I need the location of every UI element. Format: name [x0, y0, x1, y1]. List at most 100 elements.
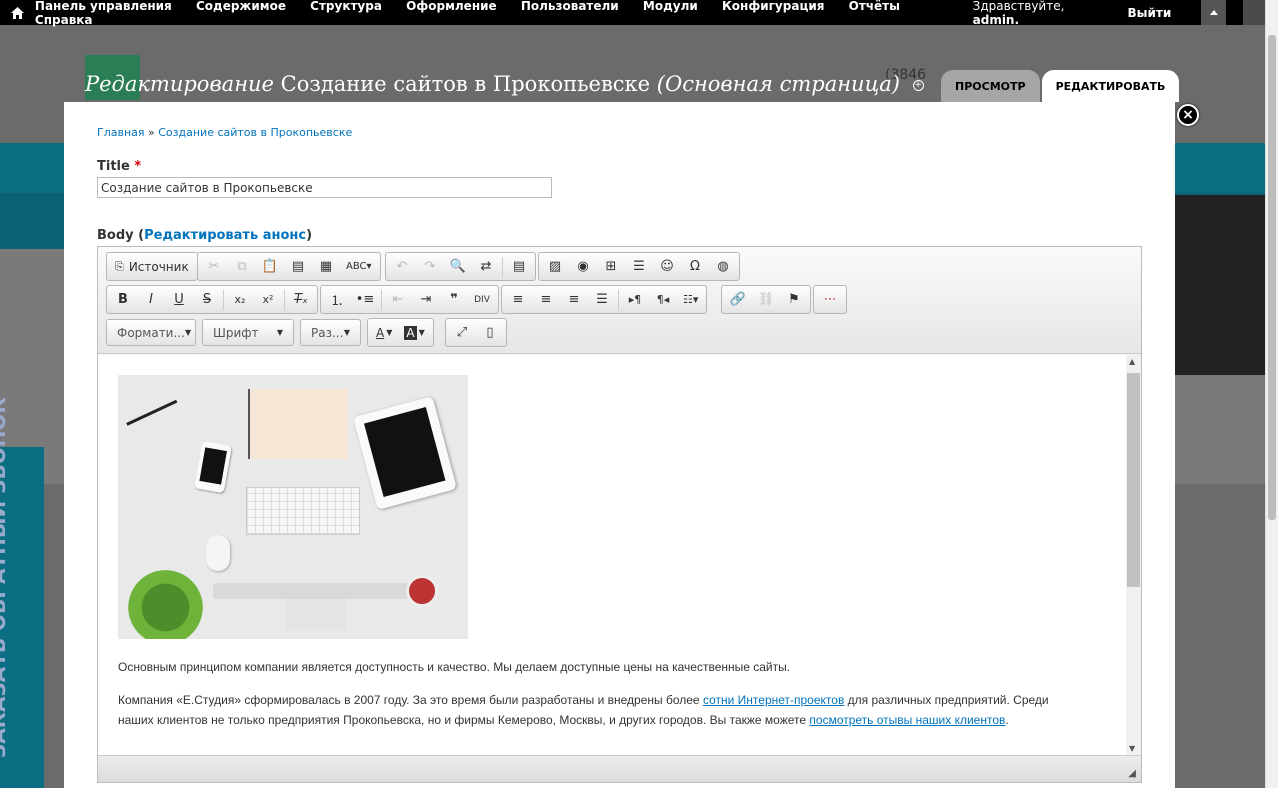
- admin-menu-dashboard[interactable]: Панель управления: [35, 0, 172, 13]
- spellcheck-icon[interactable]: ABC▾: [340, 254, 378, 279]
- toolbar-group-edit: ↶ ↷ 🔍 ⇄ ▤: [385, 252, 536, 281]
- link-icon[interactable]: 🔗: [724, 287, 752, 312]
- align-right-icon[interactable]: ≡: [560, 287, 588, 312]
- tab-view[interactable]: Просмотр: [941, 70, 1040, 102]
- cut-icon[interactable]: ✂: [200, 254, 228, 279]
- breadcrumb-home[interactable]: Главная: [97, 126, 145, 139]
- numbered-list-icon[interactable]: ⒈: [323, 287, 351, 312]
- page-scrollbar-thumb[interactable]: [1268, 35, 1276, 520]
- redo-icon[interactable]: ↷: [416, 254, 444, 279]
- horizontal-rule-icon[interactable]: ☰: [625, 254, 653, 279]
- div-container-icon[interactable]: DIV: [468, 287, 496, 312]
- select-all-icon[interactable]: ▤: [505, 254, 533, 279]
- ltr-icon[interactable]: ▸¶: [621, 287, 649, 312]
- shortcuts-toggle-icon[interactable]: [1201, 0, 1226, 25]
- format-combo[interactable]: Формати... ▼: [106, 319, 196, 346]
- breadcrumb: Главная » Создание сайтов в Прокопьевске: [97, 126, 353, 139]
- font-combo[interactable]: Шрифт ▼: [202, 319, 294, 346]
- bold-icon[interactable]: B: [109, 287, 137, 312]
- italic-icon[interactable]: I: [137, 287, 165, 312]
- editor-scrollbar-thumb[interactable]: [1127, 373, 1140, 587]
- callback-tab[interactable]: ЗАКАЗАТЬ ОБРАТНЫЙ ЗВОНОК: [0, 397, 44, 788]
- maximize-icon[interactable]: ⤢: [448, 320, 476, 345]
- subscript-icon[interactable]: x₂: [226, 287, 254, 312]
- scroll-up-icon[interactable]: ▲: [1129, 357, 1135, 366]
- align-center-icon[interactable]: ≡: [532, 287, 560, 312]
- paste-word-icon[interactable]: ▦: [312, 254, 340, 279]
- image-icon[interactable]: ▨: [541, 254, 569, 279]
- source-button[interactable]: ⎘ Источник: [109, 254, 195, 279]
- home-icon[interactable]: [0, 0, 35, 25]
- add-shortcut-icon[interactable]: +: [912, 80, 924, 91]
- admin-menu-appearance[interactable]: Оформление: [406, 0, 497, 13]
- paste-icon[interactable]: 📋: [256, 254, 284, 279]
- replace-icon[interactable]: ⇄: [472, 254, 500, 279]
- bg-color-icon[interactable]: A ▼: [398, 320, 430, 345]
- toolbar-separator: [284, 289, 285, 310]
- tab-edit[interactable]: Редактировать: [1041, 70, 1180, 102]
- text-color-icon[interactable]: A ▼: [370, 320, 398, 345]
- toolbar-group-align: ≡ ≡ ≡ ☰ ▸¶ ¶◂ ☷▾: [501, 285, 708, 314]
- reviews-link[interactable]: посмотреть отывы наших клиентов: [809, 713, 1005, 727]
- admin-menu-structure[interactable]: Структура: [310, 0, 382, 13]
- admin-menu-content[interactable]: Содержимое: [196, 0, 286, 13]
- admin-menu-modules[interactable]: Модули: [643, 0, 698, 13]
- anchor-icon[interactable]: ⚑: [780, 287, 808, 312]
- strike-icon[interactable]: S: [193, 287, 221, 312]
- rtl-icon[interactable]: ¶◂: [649, 287, 677, 312]
- indent-icon[interactable]: ⇥: [412, 287, 440, 312]
- body-label: Body (Редактировать анонс): [97, 228, 313, 243]
- editor-scrollbar[interactable]: ▲ ▼: [1126, 355, 1141, 755]
- align-justify-icon[interactable]: ☰: [588, 287, 616, 312]
- image-plant: [118, 560, 213, 639]
- image-tablet: [352, 396, 458, 510]
- admin-menu-reports[interactable]: Отчёты: [849, 0, 900, 13]
- breadcrumb-current[interactable]: Создание сайтов в Прокопьевске: [158, 126, 352, 139]
- remove-format-icon[interactable]: T̶ₓ: [287, 287, 315, 312]
- admin-menu-help[interactable]: Справка: [35, 13, 93, 27]
- special-char-icon[interactable]: Ω: [681, 254, 709, 279]
- page-scrollbar[interactable]: [1265, 0, 1278, 788]
- scroll-down-icon[interactable]: ▼: [1129, 744, 1135, 753]
- show-blocks-icon[interactable]: ▯: [476, 320, 504, 345]
- flash-icon[interactable]: ◉: [569, 254, 597, 279]
- toolbar-group-paragraph: ⒈ •≡ ⇤ ⇥ ❞ DIV: [320, 285, 499, 314]
- resize-handle-icon[interactable]: ◢: [1128, 768, 1136, 779]
- paste-text-icon[interactable]: ▤: [284, 254, 312, 279]
- smiley-icon[interactable]: ☺: [653, 254, 681, 279]
- image-pens: [126, 399, 189, 451]
- close-overlay-button[interactable]: ×: [1177, 104, 1199, 126]
- superscript-icon[interactable]: x²: [254, 287, 282, 312]
- admin-menu-people[interactable]: Пользователи: [521, 0, 619, 13]
- find-icon[interactable]: 🔍: [444, 254, 472, 279]
- edit-summary-link[interactable]: Редактировать анонс: [144, 228, 306, 243]
- admin-menu-configuration[interactable]: Конфигурация: [722, 0, 824, 13]
- logout-link[interactable]: Выйти: [1128, 6, 1172, 20]
- overlay-title: Редактирование Создание сайтов в Прокопь…: [85, 72, 924, 96]
- page-break-icon[interactable]: ⋯: [816, 287, 844, 312]
- align-left-icon[interactable]: ≡: [504, 287, 532, 312]
- editor-statusbar: ◢: [98, 755, 1141, 782]
- language-icon[interactable]: ☷▾: [677, 287, 704, 312]
- table-icon[interactable]: ⊞: [597, 254, 625, 279]
- bulleted-list-icon[interactable]: •≡: [351, 287, 379, 312]
- copy-icon[interactable]: ⧉: [228, 254, 256, 279]
- username-link[interactable]: admin.: [973, 13, 1019, 27]
- title-input[interactable]: [97, 177, 552, 198]
- content-image[interactable]: [118, 375, 468, 639]
- image-monitor: [213, 583, 428, 599]
- undo-icon[interactable]: ↶: [388, 254, 416, 279]
- editor-content[interactable]: Основным принципом компании является дос…: [98, 355, 1126, 755]
- projects-link[interactable]: сотни Интернет-проектов: [703, 693, 844, 707]
- toolbar-separator: [381, 289, 382, 310]
- toolbar-separator: [223, 289, 224, 310]
- editor-toolbar: ⎘Источник ✂ ⧉ 📋 ▤ ▦ ABC▾ ↶ ↷ 🔍 ⇄ ▤ ▨ ◉: [98, 247, 1141, 354]
- outdent-icon[interactable]: ⇤: [384, 287, 412, 312]
- admin-toolbar: Панель управления Содержимое Структура О…: [0, 0, 1243, 27]
- size-combo[interactable]: Раз... ▼: [300, 319, 361, 346]
- iframe-icon[interactable]: ◍: [709, 254, 737, 279]
- unlink-icon[interactable]: ⛓: [752, 287, 780, 312]
- blockquote-icon[interactable]: ❞: [440, 287, 468, 312]
- chevron-down-icon: ▼: [276, 328, 283, 337]
- underline-icon[interactable]: U: [165, 287, 193, 312]
